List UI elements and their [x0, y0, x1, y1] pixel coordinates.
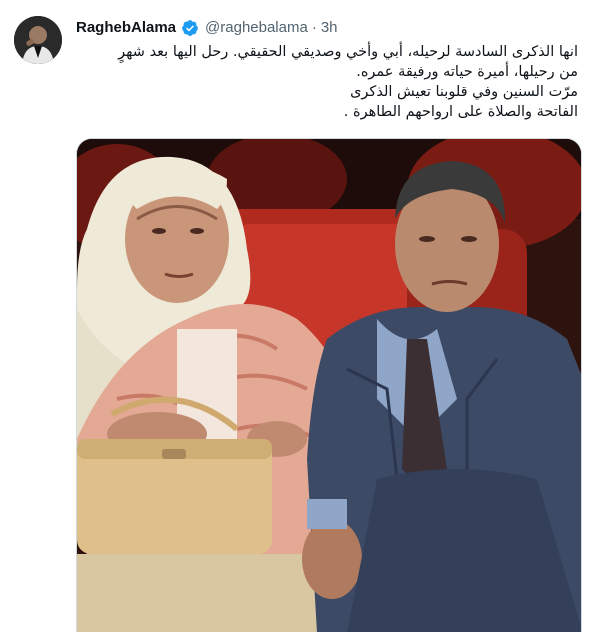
- avatar[interactable]: [14, 16, 62, 64]
- display-name[interactable]: RaghebAlama: [76, 18, 176, 38]
- tweet-header: RaghebAlama @raghebalama · 3h: [76, 18, 338, 38]
- tweet-text-line: انها الذكرى السادسة لرحيله، أبي وأخي وصد…: [118, 44, 578, 60]
- tweet-card[interactable]: RaghebAlama @raghebalama · 3h انها الذكر…: [0, 0, 600, 632]
- handle[interactable]: @raghebalama: [205, 18, 308, 38]
- separator-dot: ·: [311, 19, 317, 36]
- timestamp[interactable]: 3h: [321, 18, 338, 38]
- tweet-text: انها الذكرى السادسة لرحيله، أبي وأخي وصد…: [76, 42, 584, 122]
- tweet-text-line: الفاتحة والصلاة على ارواحهم الطاهرة .: [343, 104, 578, 120]
- tweet-photo[interactable]: [76, 138, 582, 632]
- verified-badge-icon: [181, 19, 199, 37]
- tweet-text-line: من رحيلها، أميرة حياته ورفيقة عمره.: [356, 64, 578, 80]
- photo-couple-in-theater: [77, 139, 581, 632]
- tweet-text-line: مرّت السنين وفي قلوبنا تعيش الذكرى: [350, 84, 578, 100]
